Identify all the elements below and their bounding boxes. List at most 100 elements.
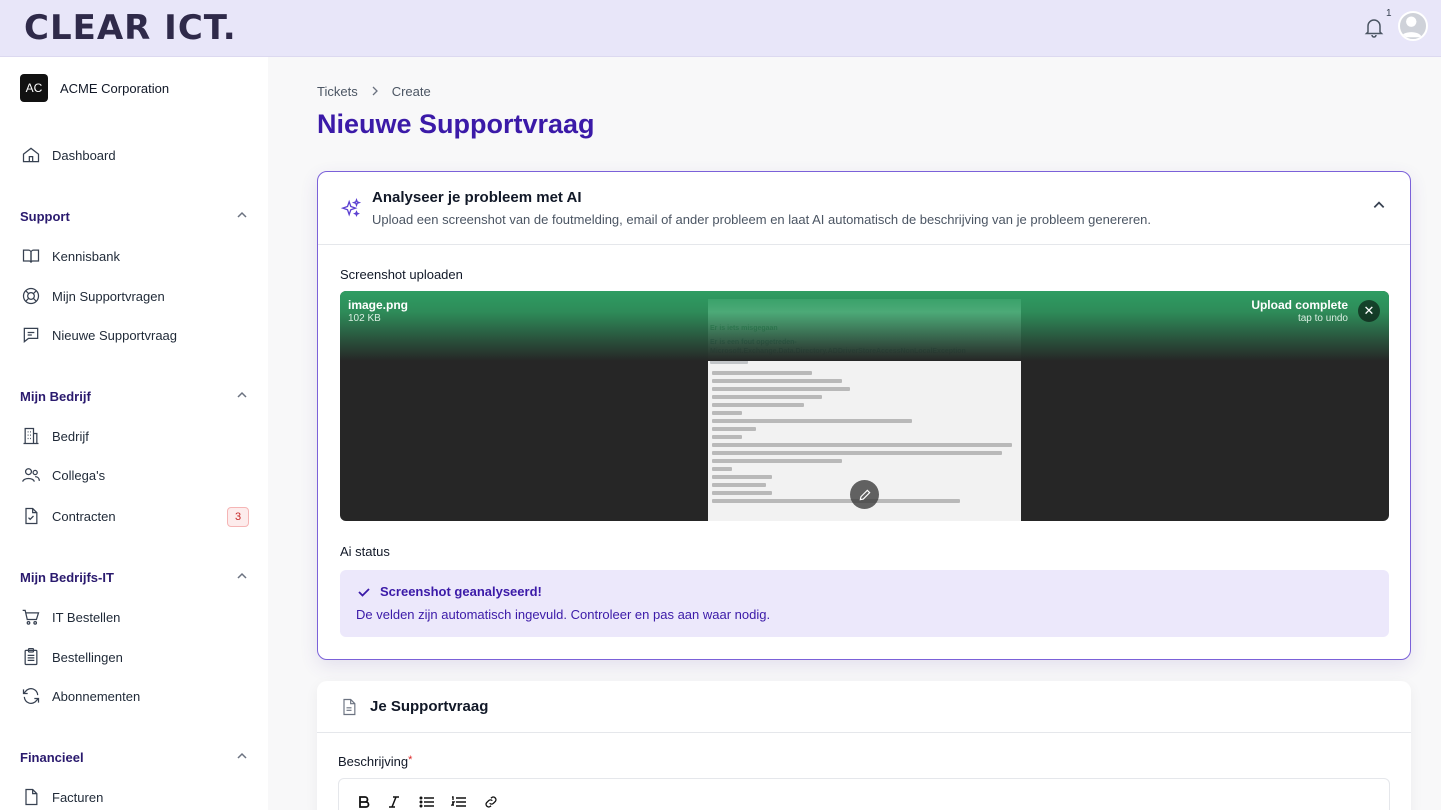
sidebar-item-mijn-supportvragen[interactable]: Mijn Supportvragen (20, 284, 250, 308)
breadcrumb-create: Create (391, 84, 431, 99)
upload-overlay (340, 291, 1389, 361)
section-financieel[interactable]: Financieel (20, 750, 248, 765)
ai-analysis-card: Analyseer je probleem met AI Upload een … (317, 171, 1411, 660)
description-label-text: Beschrijving (338, 754, 409, 769)
refresh-icon (20, 685, 42, 707)
sidebar-item-nieuwe-supportvraag[interactable]: Nieuwe Supportvraag (20, 323, 250, 347)
preview-line (712, 443, 1012, 447)
org-name: ACME Corporation (60, 80, 170, 96)
sidebar-item-it-bestellen[interactable]: IT Bestellen (20, 605, 250, 629)
document-icon (20, 786, 42, 808)
file-size: 102 KB (348, 313, 381, 324)
logo-text: CLEAR ICT. (24, 8, 237, 48)
undo-hint[interactable]: tap to undo (1298, 313, 1348, 324)
chevron-up-icon (236, 570, 248, 585)
upload-status: Upload complete (1251, 298, 1348, 312)
screenshot-uploader[interactable]: Er is iets misgegaan Er is een fout opge… (340, 291, 1389, 521)
preview-line (712, 403, 804, 407)
sidebar-item-label: IT Bestellen (52, 609, 121, 625)
preview-line (712, 371, 812, 375)
alert-text: De velden zijn automatisch ingevuld. Con… (356, 607, 771, 622)
sidebar-item-bedrijf[interactable]: Bedrijf (20, 424, 250, 448)
section-title: Mijn Bedrijfs-IT (20, 570, 114, 585)
numbered-list-icon[interactable] (450, 793, 468, 810)
description-editor[interactable] (338, 778, 1390, 810)
org-switcher[interactable]: AC ACME Corporation (20, 74, 169, 102)
sidebar-item-label: Facturen (52, 789, 104, 805)
preview-line (712, 491, 772, 495)
preview-line (712, 427, 756, 431)
top-bar: CLEAR ICT. 1 (0, 0, 1441, 57)
sidebar-item-label: Collega's (52, 467, 106, 483)
link-icon[interactable] (482, 793, 500, 810)
breadcrumb-tickets[interactable]: Tickets (317, 84, 358, 99)
chevron-up-icon (236, 750, 248, 765)
chevron-up-icon (236, 389, 248, 404)
section-title: Support (20, 209, 70, 224)
preview-line (712, 419, 912, 423)
sidebar-item-collegas[interactable]: Collega's (20, 463, 250, 487)
check-icon (357, 585, 371, 599)
sidebar-item-label: Bedrijf (52, 428, 89, 444)
notification-count: 1 (1386, 8, 1392, 19)
support-request-card: Je Supportvraag Beschrijving* (317, 681, 1411, 810)
org-badge: AC (20, 74, 48, 102)
pencil-icon[interactable] (850, 480, 879, 509)
alert-title: Screenshot geanalyseerd! (380, 584, 542, 599)
lifebuoy-icon (20, 285, 42, 307)
sparkles-icon (340, 197, 362, 220)
upload-label: Screenshot uploaden (340, 267, 463, 282)
bold-icon[interactable] (355, 793, 373, 810)
ai-card-header[interactable]: Analyseer je probleem met AI Upload een … (318, 172, 1410, 245)
preview-line (712, 451, 1002, 455)
cart-icon (20, 606, 42, 628)
sidebar-item-label: Dashboard (52, 147, 116, 163)
chevron-right-icon (370, 84, 380, 99)
bullet-list-icon[interactable] (418, 793, 436, 810)
preview-line (712, 467, 732, 471)
ai-card-subtitle: Upload een screenshot van de foutmelding… (372, 212, 1152, 227)
contracten-count-badge: 3 (227, 507, 249, 527)
section-mijn-bedrijf[interactable]: Mijn Bedrijf (20, 389, 248, 404)
section-support[interactable]: Support (20, 209, 248, 224)
logo[interactable]: CLEAR ICT. (24, 9, 237, 47)
preview-line (712, 483, 766, 487)
italic-icon[interactable] (385, 793, 403, 810)
preview-line (712, 387, 850, 391)
sidebar-item-facturen[interactable]: Facturen (20, 785, 250, 809)
section-title: Financieel (20, 750, 84, 765)
document-icon (339, 697, 359, 717)
chevron-up-icon (236, 209, 248, 224)
home-icon (20, 144, 42, 166)
section-mijn-bedrijfs-it[interactable]: Mijn Bedrijfs-IT (20, 570, 248, 585)
ai-status-alert: Screenshot geanalyseerd! De velden zijn … (340, 570, 1389, 637)
section-title: Mijn Bedrijf (20, 389, 91, 404)
clipboard-icon (20, 646, 42, 668)
preview-line (712, 459, 842, 463)
sidebar: AC ACME Corporation Dashboard Support Ke… (0, 57, 268, 810)
avatar[interactable] (1398, 11, 1428, 41)
required-mark: * (408, 754, 413, 766)
book-icon (20, 245, 42, 267)
file-name: image.png (348, 298, 409, 312)
sidebar-item-bestellingen[interactable]: Bestellingen (20, 645, 250, 669)
users-icon (20, 464, 42, 486)
sidebar-item-dashboard[interactable]: Dashboard (20, 143, 250, 167)
close-icon[interactable]: ✕ (1358, 300, 1380, 322)
support-card-header: Je Supportvraag (317, 681, 1411, 733)
sidebar-item-abonnementen[interactable]: Abonnementen (20, 684, 250, 708)
preview-line (712, 395, 822, 399)
ai-status-label: Ai status (340, 544, 390, 559)
page-title: Nieuwe Supportvraag (317, 109, 595, 139)
sidebar-item-kennisbank[interactable]: Kennisbank (20, 244, 250, 268)
sidebar-item-label: Bestellingen (52, 649, 123, 665)
sidebar-item-label: Abonnementen (52, 688, 141, 704)
chevron-up-icon[interactable] (1372, 198, 1388, 214)
bell-icon[interactable] (1362, 15, 1386, 39)
preview-line (712, 475, 772, 479)
support-card-title: Je Supportvraag (370, 698, 489, 715)
sidebar-item-label: Kennisbank (52, 248, 120, 264)
preview-line (712, 411, 742, 415)
preview-line (712, 379, 842, 383)
sidebar-item-contracten[interactable]: Contracten (20, 504, 250, 528)
